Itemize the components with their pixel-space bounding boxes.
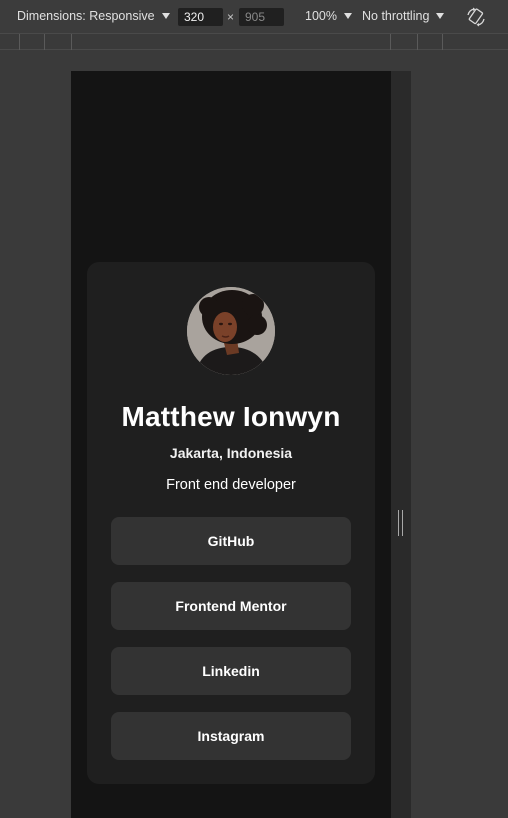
instagram-link-label: Instagram bbox=[197, 728, 265, 744]
media-query-ruler[interactable] bbox=[0, 33, 508, 50]
rotate-device-icon[interactable] bbox=[465, 6, 487, 28]
linkedin-link-button[interactable]: Linkedin bbox=[111, 647, 351, 695]
emulated-viewport: Matthew Ionwyn Jakarta, Indonesia Front … bbox=[71, 71, 391, 818]
resize-handle[interactable] bbox=[398, 510, 404, 536]
throttling-dropdown[interactable]: No throttling bbox=[362, 9, 445, 23]
ruler-tick bbox=[71, 34, 72, 50]
chevron-down-icon bbox=[343, 13, 352, 19]
profile-location: Jakarta, Indonesia bbox=[169, 445, 293, 461]
linkedin-link-label: Linkedin bbox=[202, 663, 260, 679]
devtools-responsive-view: Dimensions: Responsive × 100% No throttl… bbox=[0, 0, 508, 818]
frontend-mentor-link-button[interactable]: Frontend Mentor bbox=[111, 582, 351, 630]
height-input[interactable] bbox=[239, 8, 284, 26]
device-toolbar: Dimensions: Responsive × 100% No throttl… bbox=[0, 0, 508, 33]
times-separator: × bbox=[227, 10, 235, 24]
ruler-tick bbox=[19, 34, 20, 50]
github-link-label: GitHub bbox=[207, 533, 255, 549]
avatar bbox=[187, 287, 275, 375]
chevron-down-icon bbox=[436, 13, 445, 19]
throttling-label: No throttling bbox=[362, 9, 430, 23]
width-input[interactable] bbox=[178, 8, 223, 26]
ruler-tick bbox=[442, 34, 443, 50]
frontend-mentor-link-label: Frontend Mentor bbox=[175, 598, 287, 614]
viewport-right-gutter bbox=[391, 71, 411, 818]
profile-card: Matthew Ionwyn Jakarta, Indonesia Front … bbox=[87, 262, 375, 784]
profile-bio: Front end developer bbox=[166, 477, 296, 493]
dimensions-label: Dimensions: Responsive bbox=[17, 9, 155, 23]
zoom-dropdown[interactable]: 100% bbox=[305, 9, 352, 23]
ruler-tick bbox=[44, 34, 45, 50]
profile-name: Matthew Ionwyn bbox=[121, 401, 341, 432]
ruler-tick bbox=[390, 34, 391, 50]
avatar-photo bbox=[187, 287, 275, 375]
chevron-down-icon bbox=[161, 13, 170, 19]
zoom-label: 100% bbox=[305, 9, 337, 23]
ruler-tick bbox=[417, 34, 418, 50]
dimensions-dropdown[interactable]: Dimensions: Responsive bbox=[17, 9, 170, 23]
instagram-link-button[interactable]: Instagram bbox=[111, 712, 351, 760]
github-link-button[interactable]: GitHub bbox=[111, 517, 351, 565]
